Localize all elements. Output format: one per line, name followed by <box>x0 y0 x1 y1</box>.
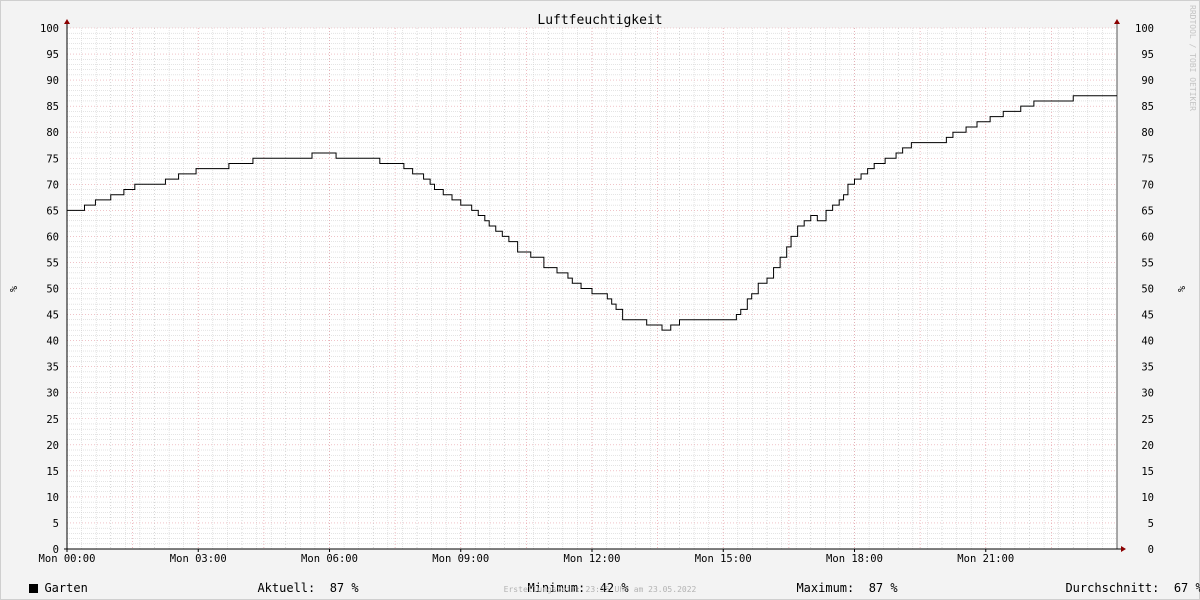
y-tick-label-right: 25 <box>1141 414 1154 426</box>
x-tick-label: Mon 06:00 <box>301 553 358 565</box>
y-tick-label-right: 40 <box>1141 336 1154 348</box>
y-tick-label-left: 80 <box>46 127 59 139</box>
y-tick-label-left: 20 <box>46 440 59 452</box>
y-axis-title-left: % <box>7 286 18 292</box>
y-tick-label-right: 90 <box>1141 75 1154 87</box>
y-tick-label-right: 95 <box>1141 49 1154 61</box>
legend-current: Aktuell: 87 % <box>243 567 358 595</box>
y-tick-label-left: 25 <box>46 414 59 426</box>
x-tick-label: Mon 21:00 <box>957 553 1014 565</box>
creation-time-note: Erstellungszeit: 23:55 Uhr am 23.05.2022 <box>503 585 697 594</box>
y-tick-label-right: 85 <box>1141 101 1154 113</box>
x-tick-label: Mon 00:00 <box>39 553 96 565</box>
y-tick-label-right: 15 <box>1141 466 1154 478</box>
legend-maximum: Maximum: 87 % <box>782 567 897 595</box>
rrdtool-watermark: RRDTOOL / TOBI OETIKER <box>1188 5 1197 111</box>
y-tick-label-left: 5 <box>53 518 59 530</box>
y-tick-label-left: 35 <box>46 362 59 374</box>
x-axis-labels: Mon 00:00 Mon 03:00 Mon 06:00 Mon 09:00 Mon … <box>39 549 1014 565</box>
y-tick-label-right: 50 <box>1141 284 1154 296</box>
y-tick-label-right: 30 <box>1141 388 1154 400</box>
y-axis-labels-right: 0 5 10 15 20 25 30 35 40 45 50 55 60 65 70 75 80 85 90 95 10… <box>1135 23 1154 556</box>
y-tick-label-right: 5 <box>1148 518 1154 530</box>
y-tick-label-right: 65 <box>1141 205 1154 217</box>
x-tick-label: Mon 18:00 <box>826 553 883 565</box>
x-tick-label: Mon 09:00 <box>432 553 489 565</box>
y-tick-label-left: 100 <box>40 23 59 35</box>
chart-title: Luftfeuchtigkeit <box>537 13 662 28</box>
x-tick-label: Mon 12:00 <box>564 553 621 565</box>
y-tick-label-left: 10 <box>46 492 59 504</box>
y-axis-arrow-left <box>64 19 70 24</box>
y-tick-label-right: 60 <box>1141 231 1154 243</box>
humidity-chart: 0 5 10 15 20 25 30 35 40 45 50 55 60 65 70 75 80 85 90 95 10… <box>7 5 1197 565</box>
x-tick-label: Mon 15:00 <box>695 553 752 565</box>
y-tick-label-left: 95 <box>46 49 59 61</box>
y-tick-label-right: 20 <box>1141 440 1154 452</box>
y-tick-label-right: 45 <box>1141 310 1154 322</box>
y-tick-label-left: 15 <box>46 466 59 478</box>
y-tick-label-right: 70 <box>1141 179 1154 191</box>
legend-average: Durchschnitt: 67 % <box>1051 567 1200 595</box>
y-axis-labels-left: 0510152025303540455055606570758085909510… <box>40 23 59 556</box>
y-tick-label-left: 70 <box>46 179 59 191</box>
y-tick-label-left: 55 <box>46 257 59 269</box>
y-tick-label-left: 85 <box>46 101 59 113</box>
legend-minimum: Minimum: 42 % <box>513 567 628 595</box>
y-axis-title-right: % <box>1175 286 1186 292</box>
y-axis-arrow-right <box>1114 19 1120 24</box>
y-tick-label-left: 90 <box>46 75 59 87</box>
y-tick-label-left: 75 <box>46 153 59 165</box>
y-tick-label-left: 65 <box>46 205 59 217</box>
x-tick-label: Mon 03:00 <box>170 553 227 565</box>
y-tick-label-right: 80 <box>1141 127 1154 139</box>
y-tick-label-left: 30 <box>46 388 59 400</box>
y-tick-label-right: 100 <box>1135 23 1154 35</box>
y-tick-label-right: 10 <box>1141 492 1154 504</box>
y-tick-label-right: 55 <box>1141 257 1154 269</box>
y-tick-label-left: 45 <box>46 310 59 322</box>
legend-series: Garten <box>15 567 88 595</box>
y-tick-label-left: 40 <box>46 336 59 348</box>
y-tick-label-left: 50 <box>46 284 59 296</box>
y-tick-label-left: 60 <box>46 231 59 243</box>
y-tick-label-right: 75 <box>1141 153 1154 165</box>
x-axis-arrow <box>1121 546 1126 552</box>
y-tick-label-right: 0 <box>1148 544 1154 556</box>
y-tick-label-right: 35 <box>1141 362 1154 374</box>
